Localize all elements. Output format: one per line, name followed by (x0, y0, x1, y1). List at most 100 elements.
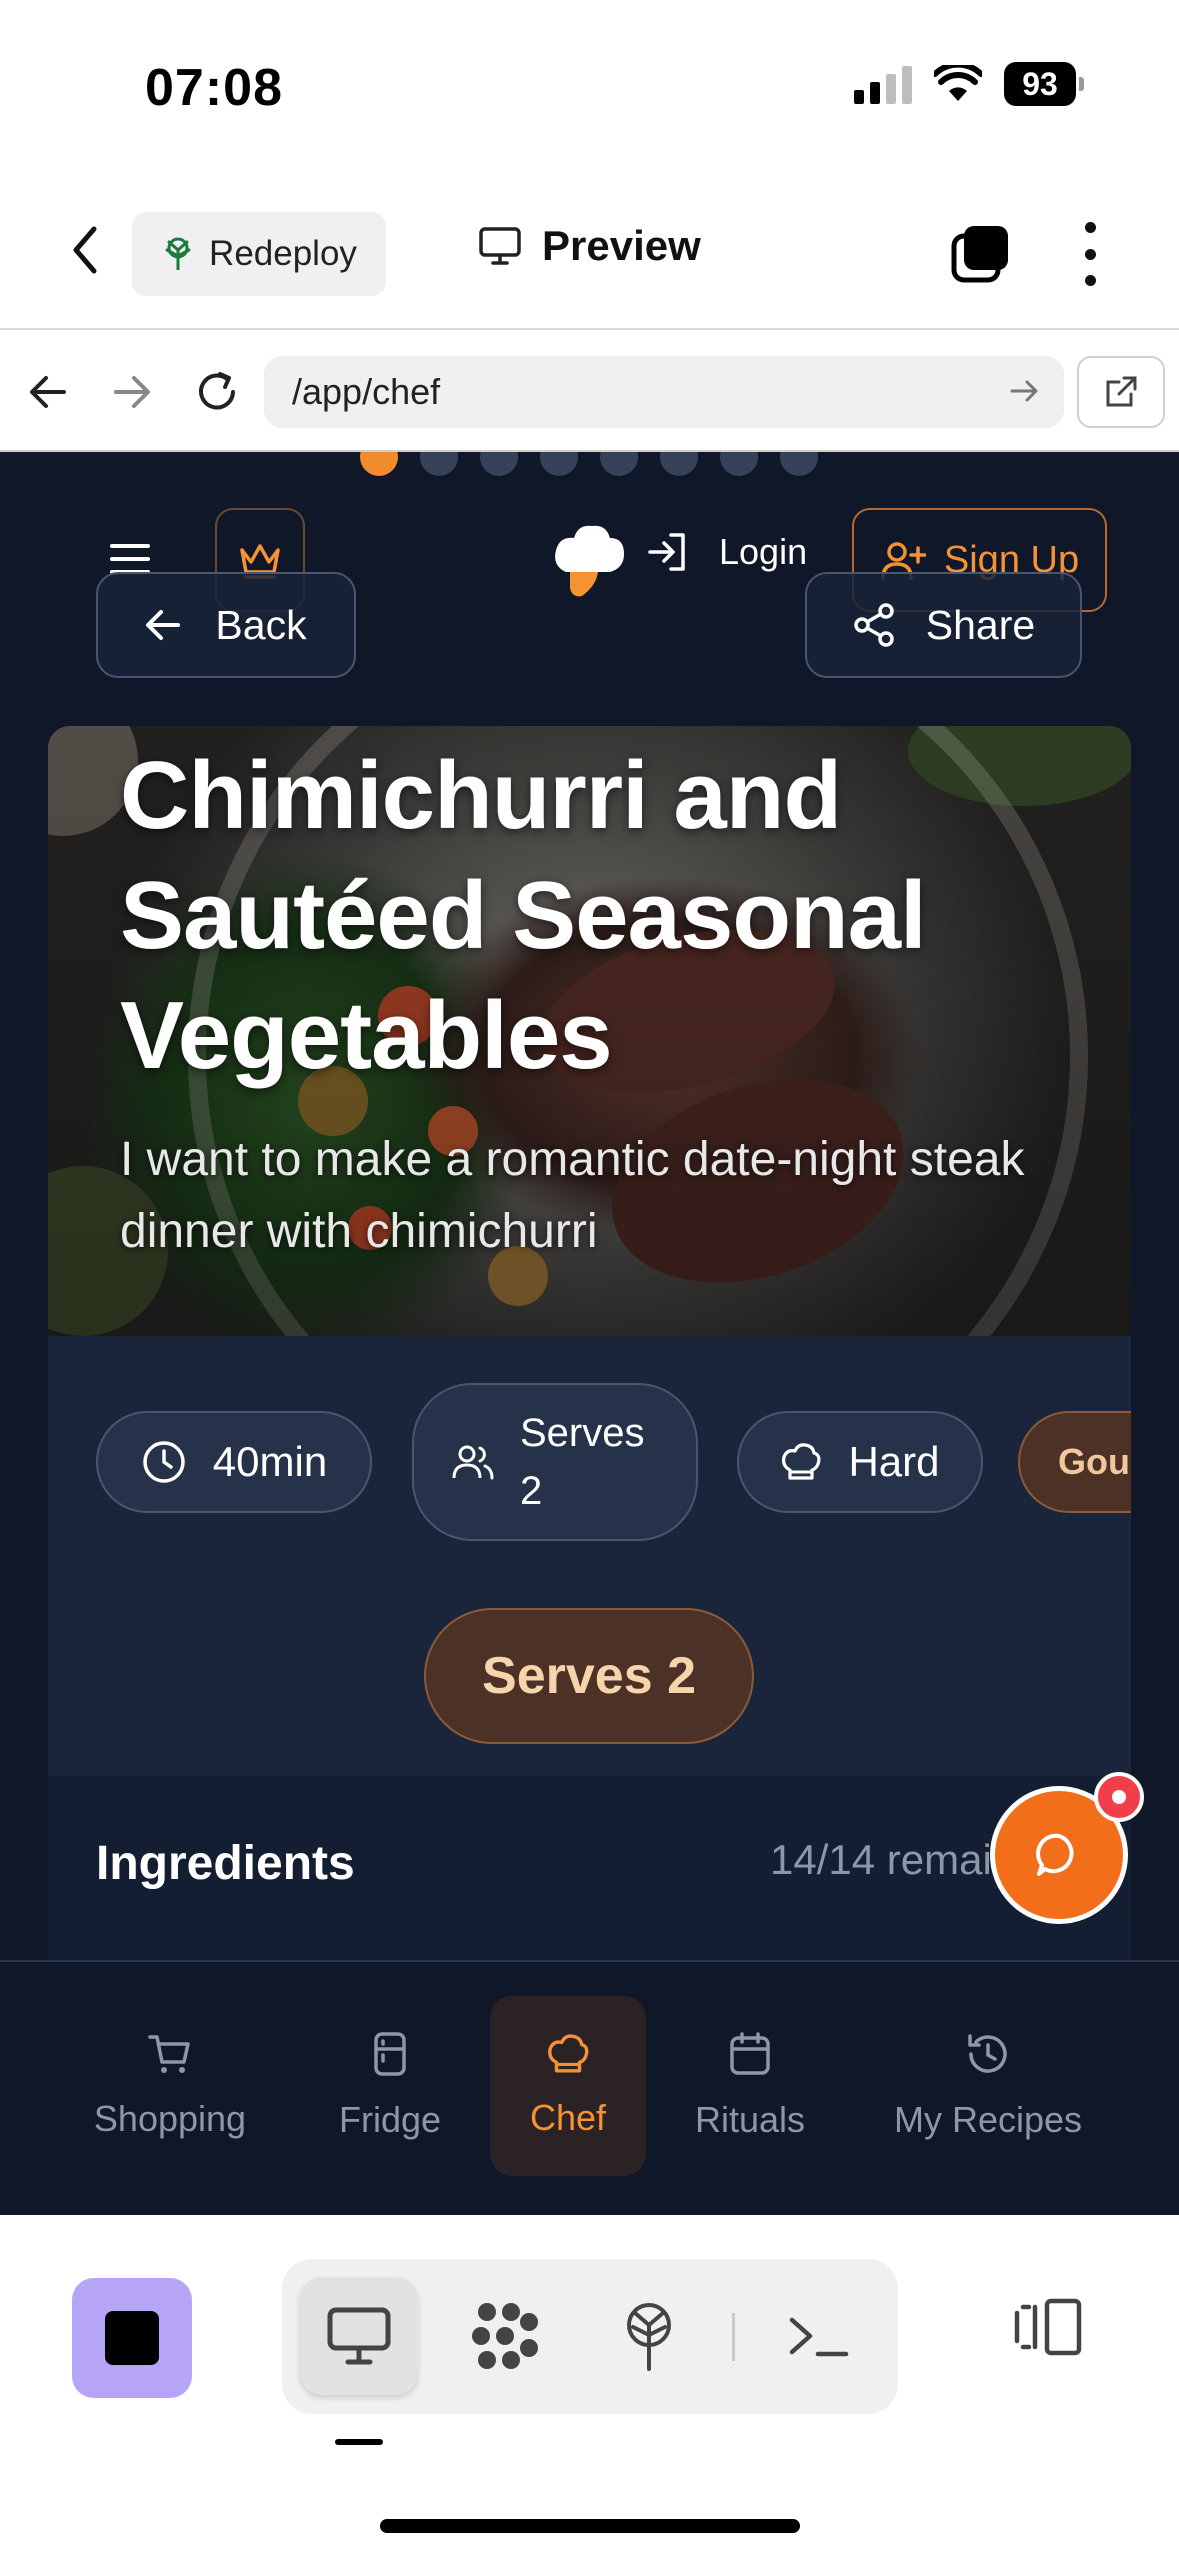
bottom-navigation: Shopping Fridge Chef Rituals My Recipes (0, 1960, 1179, 2215)
hamburger-menu-icon[interactable] (110, 544, 150, 574)
ide-bottom-bar (0, 2215, 1179, 2556)
panel-toggle-button[interactable] (1005, 2285, 1089, 2369)
serves-badge[interactable]: Serves 2 (424, 1608, 754, 1744)
preview-view-button[interactable] (300, 2277, 418, 2395)
nav-label-fridge: Fridge (338, 2099, 442, 2140)
preview-label: Preview (542, 222, 701, 269)
cellular-signal-icon (854, 64, 912, 104)
cart-icon (148, 2035, 190, 2073)
deploy-tree-icon (627, 2303, 671, 2371)
status-bar: 07:08 93 (0, 0, 1179, 170)
carousel-dot[interactable] (480, 452, 518, 476)
terminal-icon (789, 2317, 849, 2357)
preview-tab[interactable]: Preview (478, 222, 701, 270)
reload-button[interactable] (185, 360, 249, 424)
serves-chip: Serves 2 (412, 1383, 698, 1541)
login-label: Login (719, 531, 808, 572)
nodes-icon (472, 2303, 538, 2369)
workflow-view-button[interactable] (446, 2277, 564, 2395)
back-label: Back (215, 601, 307, 648)
url-input[interactable]: /app/chef (264, 356, 1064, 428)
nav-label-chef: Chef (529, 2097, 607, 2138)
ide-view-switcher (282, 2259, 898, 2414)
login-button[interactable]: Login (645, 530, 807, 574)
carousel-dot[interactable] (720, 452, 758, 476)
nav-item-fridge[interactable]: Fridge (310, 1996, 470, 2176)
carousel-dot[interactable] (600, 452, 638, 476)
chevron-left-icon (73, 226, 97, 274)
gourmet-tag-chip: Gourmet (1018, 1411, 1131, 1513)
nav-item-shopping[interactable]: Shopping (60, 1996, 280, 2176)
stop-icon (105, 2311, 159, 2365)
share-label: Share (925, 601, 1036, 648)
login-icon (648, 533, 685, 571)
nav-item-chef[interactable]: Chef (490, 1996, 646, 2176)
calendar-icon (730, 2032, 770, 2075)
reload-icon (199, 372, 235, 410)
arrow-left-icon (146, 610, 181, 640)
carousel-dots (360, 452, 818, 476)
browser-address-bar: /app/chef (0, 332, 1179, 452)
history-icon (968, 2034, 1007, 2073)
recipe-back-button[interactable]: Back (96, 572, 356, 678)
redeploy-label: Redeploy (209, 234, 357, 273)
app-toolbar: Redeploy Preview (0, 170, 1179, 330)
wifi-icon (934, 65, 982, 101)
ide-divider (732, 2313, 735, 2361)
status-indicators: 93 (854, 62, 1084, 106)
fridge-icon (374, 2032, 406, 2076)
chef-hat-icon (548, 2034, 589, 2073)
chef-hat-icon (782, 1443, 821, 1480)
home-indicator (380, 2519, 800, 2533)
carousel-dot[interactable] (540, 452, 578, 476)
nav-label-shopping: Shopping (93, 2098, 247, 2139)
chat-bubble-icon (1036, 1833, 1074, 1876)
battery-level: 93 (1004, 62, 1076, 106)
carousel-dot[interactable] (780, 452, 818, 476)
monitor-icon (327, 2307, 391, 2365)
deploy-tree-icon (165, 237, 191, 270)
nav-label-rituals: Rituals (694, 2099, 806, 2140)
recipe-title: Chimichurri and Sautéed Seasonal Vegetab… (120, 742, 927, 1089)
deploy-view-button[interactable] (590, 2277, 708, 2395)
nav-item-my-recipes[interactable]: My Recipes (868, 1996, 1108, 2176)
time-chip: 40min (96, 1411, 372, 1513)
carousel-dot[interactable] (420, 452, 458, 476)
serves-chip-line2: 2 (520, 1469, 543, 1513)
share-button[interactable]: Share (805, 572, 1082, 678)
go-arrow-icon[interactable] (1008, 374, 1042, 408)
app-logo-icon (555, 525, 624, 597)
difficulty-value: Hard (848, 1438, 940, 1485)
users-icon (452, 1445, 494, 1480)
carousel-dot[interactable] (360, 452, 398, 476)
recipe-subtitle: I want to make a romantic date-night ste… (120, 1133, 1025, 1258)
back-button[interactable] (55, 220, 115, 280)
more-menu-button[interactable] (1070, 222, 1110, 286)
recipe-meta-chips: 40min Serves 2 Hard Gourmet (48, 1381, 1131, 1551)
browser-forward-button[interactable] (100, 360, 164, 424)
app-webview: Login Sign Up Back Share Chimichurri and… (0, 452, 1179, 2215)
nav-item-rituals[interactable]: Rituals (670, 1996, 830, 2176)
share-icon (854, 603, 894, 647)
time-value: 40min (212, 1438, 328, 1485)
tag-value: Gourmet (1058, 1441, 1131, 1482)
split-panel-icon (1014, 2298, 1082, 2356)
clock-icon (143, 1441, 185, 1483)
redeploy-button[interactable]: Redeploy (132, 212, 386, 296)
tabs-icon[interactable] (950, 222, 1012, 284)
battery-icon: 93 (1004, 62, 1084, 106)
console-view-button[interactable] (760, 2277, 878, 2395)
serves-chip-line1: Serves (520, 1411, 645, 1455)
carousel-dot[interactable] (660, 452, 698, 476)
url-text: /app/chef (292, 371, 441, 412)
active-view-indicator (335, 2439, 383, 2445)
browser-back-button[interactable] (16, 360, 80, 424)
stop-button[interactable] (72, 2278, 192, 2398)
status-time: 07:08 (145, 59, 283, 117)
external-link-icon (1106, 376, 1137, 407)
open-external-button[interactable] (1077, 356, 1165, 428)
monitor-icon (479, 227, 521, 265)
notification-badge (1094, 1772, 1144, 1822)
arrow-right-icon (114, 376, 150, 408)
arrow-left-icon (30, 376, 66, 408)
